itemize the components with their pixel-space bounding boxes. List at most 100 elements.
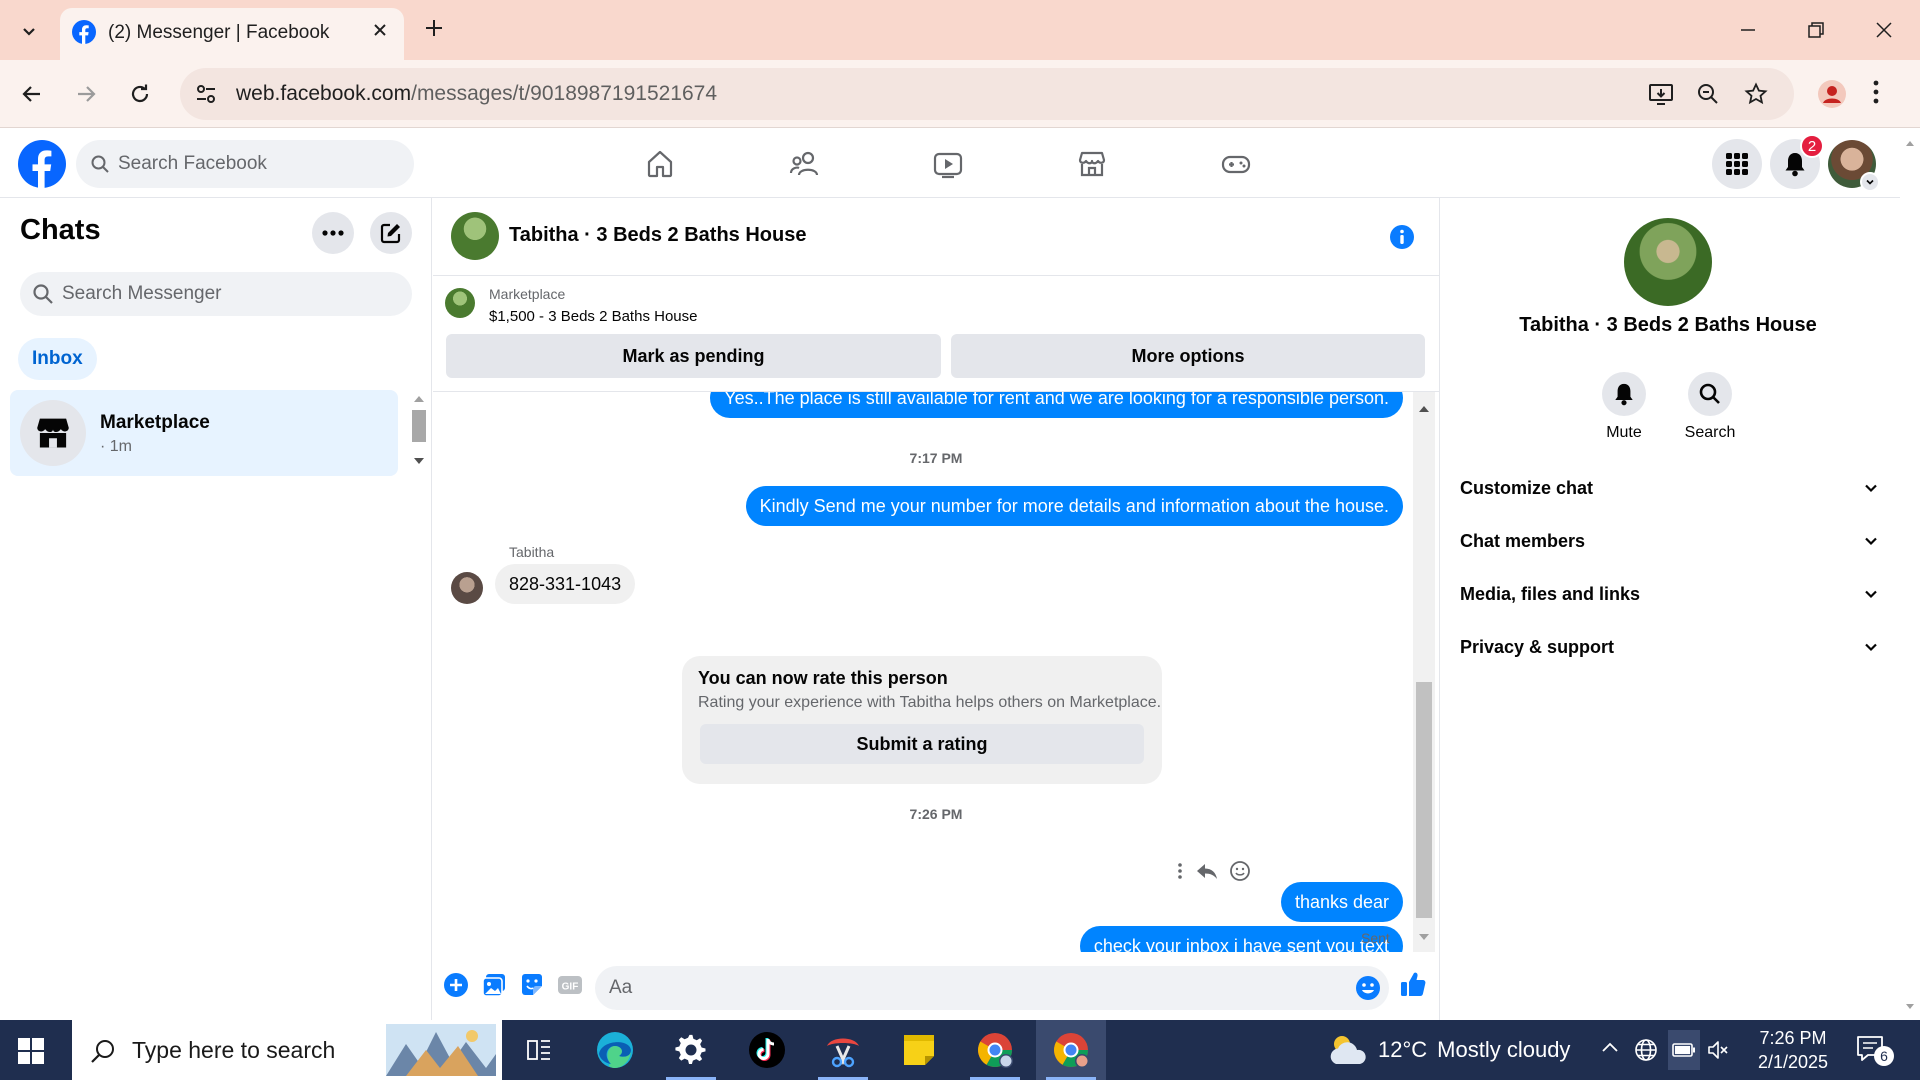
conversation-avatar[interactable] <box>451 212 499 260</box>
chats-title: Chats <box>20 214 101 246</box>
tab-search-button[interactable] <box>12 14 46 48</box>
watch-icon[interactable] <box>930 146 966 182</box>
scrollbar-thumb[interactable] <box>1416 682 1432 918</box>
sender-avatar[interactable] <box>451 572 483 604</box>
outgoing-message[interactable]: Yes..The place is still available for re… <box>710 392 1403 418</box>
info-icon[interactable] <box>1389 224 1415 250</box>
sticky-notes-icon[interactable] <box>884 1020 954 1080</box>
privacy-support-section[interactable]: Privacy & support <box>1460 627 1880 667</box>
inbox-filter[interactable]: Inbox <box>18 338 97 380</box>
sidebar-scrollbar[interactable] <box>408 390 430 470</box>
bookmark-star-icon[interactable] <box>1744 82 1768 106</box>
partly-cloudy-icon <box>1330 1036 1366 1064</box>
browser-tab[interactable]: (2) Messenger | Facebook <box>60 8 404 60</box>
incoming-message[interactable]: 828-331-1043 <box>495 564 636 604</box>
listing-thumbnail[interactable] <box>445 288 475 318</box>
chats-options-button[interactable] <box>312 212 354 254</box>
close-window-button[interactable] <box>1862 12 1906 48</box>
mark-pending-button[interactable]: Mark as pending <box>446 334 941 378</box>
facebook-search-input[interactable] <box>118 140 398 188</box>
chevron-down-icon <box>23 28 35 36</box>
messenger-search[interactable] <box>20 272 412 316</box>
notification-center-icon[interactable]: 6 <box>1856 1034 1896 1068</box>
messenger-search-input[interactable] <box>62 272 392 316</box>
conversation-scrollbar[interactable] <box>1413 392 1435 952</box>
gaming-icon[interactable] <box>1218 146 1254 182</box>
facebook-logo-icon[interactable] <box>18 140 66 188</box>
weather-widget[interactable]: 12°C Mostly cloudy <box>1326 1030 1570 1070</box>
home-icon[interactable] <box>642 146 678 182</box>
message-input[interactable] <box>609 966 1339 1010</box>
address-bar[interactable]: web.facebook.com/messages/t/901898719152… <box>180 68 1794 120</box>
customize-chat-section[interactable]: Customize chat <box>1460 468 1880 508</box>
account-avatar[interactable] <box>1828 140 1880 192</box>
close-tab-icon[interactable] <box>370 20 390 40</box>
edge-browser-icon[interactable] <box>580 1020 650 1080</box>
media-files-section[interactable]: Media, files and links <box>1460 574 1880 614</box>
battery-icon[interactable] <box>1668 1030 1700 1070</box>
new-message-button[interactable] <box>370 212 412 254</box>
chrome-profile-icon[interactable] <box>1816 78 1848 110</box>
message-input-box[interactable] <box>595 966 1389 1010</box>
chrome-active-app-icon[interactable] <box>1036 1020 1106 1080</box>
friends-icon[interactable] <box>786 146 822 182</box>
photo-icon[interactable] <box>481 972 507 998</box>
reload-icon <box>131 84 149 103</box>
sticker-icon[interactable] <box>519 972 545 998</box>
mute-label: Mute <box>1606 424 1642 441</box>
page-scrollbar[interactable] <box>1900 128 1920 1020</box>
search-action[interactable]: Search <box>1670 372 1750 442</box>
scrollbar-thumb[interactable] <box>412 410 426 442</box>
more-vertical-icon[interactable] <box>1175 861 1185 881</box>
chat-list-item[interactable]: Marketplace · 1m <box>10 390 398 476</box>
outgoing-message[interactable]: thanks dear <box>1280 882 1403 922</box>
zoom-icon[interactable] <box>1696 82 1720 106</box>
close-icon <box>1876 22 1892 38</box>
message-actions <box>1175 860 1251 882</box>
minimize-button[interactable] <box>1726 12 1770 48</box>
submit-rating-button[interactable]: Submit a rating <box>700 724 1144 764</box>
chat-name: Marketplace <box>100 412 210 433</box>
reload-button[interactable] <box>122 76 158 112</box>
marketplace-listing-bar: Marketplace $1,500 - 3 Beds 2 Baths Hous… <box>433 276 1439 392</box>
task-view-icon[interactable] <box>504 1020 574 1080</box>
chrome-menu-icon[interactable] <box>1872 78 1880 106</box>
chevron-up-icon[interactable] <box>1600 1038 1620 1058</box>
system-clock[interactable]: 7:26 PM 2/1/2025 <box>1748 1026 1838 1074</box>
restore-button[interactable] <box>1794 12 1838 48</box>
thumbs-up-icon[interactable] <box>1399 970 1427 998</box>
outgoing-message[interactable]: Kindly Send me your number for more deta… <box>745 486 1403 526</box>
chevron-down-icon <box>1865 537 1877 546</box>
outgoing-message[interactable]: check your inbox i have sent you text <box>1079 926 1403 952</box>
react-smile-icon[interactable] <box>1229 860 1251 882</box>
add-attachment-icon[interactable] <box>443 972 469 998</box>
snipping-tool-icon[interactable] <box>808 1020 878 1080</box>
search-icon <box>33 284 53 304</box>
new-tab-button[interactable] <box>422 16 446 40</box>
speaker-muted-icon[interactable] <box>1706 1038 1730 1062</box>
back-button[interactable] <box>14 76 50 112</box>
settings-gear-icon[interactable] <box>656 1020 726 1080</box>
taskbar-search[interactable]: Type here to search <box>72 1020 502 1080</box>
install-app-icon[interactable] <box>1648 82 1674 106</box>
marketplace-icon[interactable] <box>1074 146 1110 182</box>
facebook-search[interactable] <box>76 140 414 188</box>
chat-members-section[interactable]: Chat members <box>1460 521 1880 561</box>
compose-icon <box>380 223 401 244</box>
mute-action[interactable]: Mute <box>1584 372 1664 442</box>
more-options-button[interactable]: More options <box>951 334 1425 378</box>
listing-title[interactable]: $1,500 - 3 Beds 2 Baths House <box>489 308 697 325</box>
globe-network-icon[interactable] <box>1634 1038 1658 1062</box>
site-info-icon[interactable] <box>194 82 218 106</box>
reply-icon[interactable] <box>1195 861 1219 881</box>
scroll-down-icon <box>1419 934 1429 940</box>
conversation-title[interactable]: Tabitha · 3 Beds 2 Baths House <box>509 224 806 247</box>
profile-avatar[interactable] <box>1624 218 1712 306</box>
chrome-profile-app-icon[interactable] <box>960 1020 1030 1080</box>
gif-icon[interactable]: GIF <box>557 972 583 998</box>
emoji-icon[interactable] <box>1355 975 1381 1001</box>
windows-start-icon[interactable] <box>18 1038 44 1064</box>
menu-button[interactable] <box>1712 139 1762 189</box>
forward-button[interactable] <box>68 76 104 112</box>
tiktok-icon[interactable] <box>732 1020 802 1080</box>
